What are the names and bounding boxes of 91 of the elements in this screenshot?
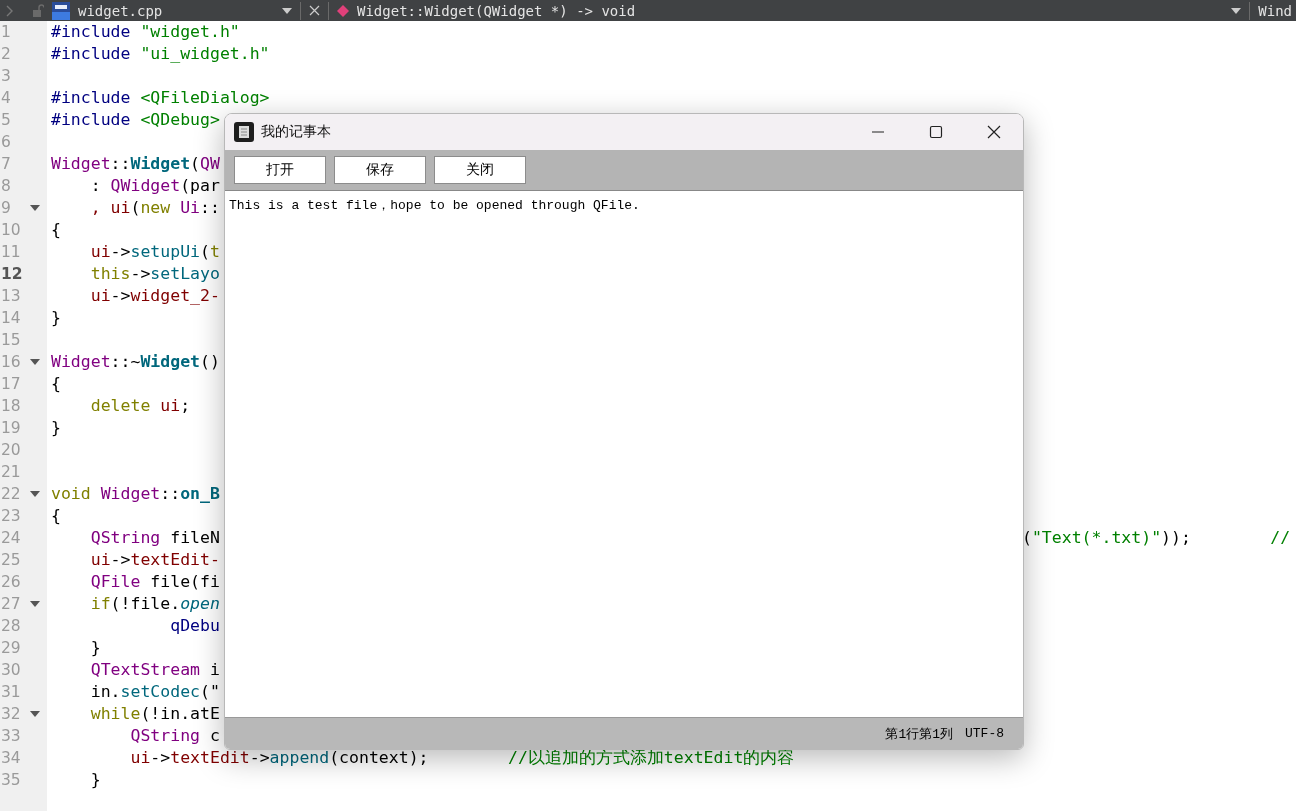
text-area[interactable]: This is a test file，hope to be opened through QFile.	[225, 190, 1023, 717]
line-number: 31	[1, 683, 21, 701]
code-text: delete ui;	[89, 396, 191, 415]
line-number: 35	[1, 771, 21, 789]
fold-arrow-icon[interactable]	[30, 711, 40, 717]
line-number: 28	[1, 617, 21, 635]
code-text: {	[51, 220, 61, 239]
line-number: 12	[1, 265, 23, 283]
toolbar-button[interactable]: 打开	[234, 156, 326, 184]
line-number: 26	[1, 573, 21, 591]
code-text: #include <QFileDialog>	[51, 88, 270, 107]
line-number: 25	[1, 551, 21, 569]
code-text: ui->setupUi(t	[89, 242, 220, 261]
code-text: Widget::~Widget()	[51, 352, 220, 371]
code-text: ui->textEdit-	[89, 550, 220, 569]
close-icon[interactable]	[309, 5, 320, 16]
line-number: 8	[1, 177, 11, 195]
line-number: 30	[1, 661, 21, 679]
fold-arrow-icon[interactable]	[30, 601, 40, 607]
code-text: : QWidget(par	[89, 176, 220, 195]
status-text: UTF-8	[965, 726, 1004, 741]
line-number: 20	[1, 441, 21, 459]
code-text: }	[89, 638, 101, 657]
code-text: #include <QDebug>	[51, 110, 220, 129]
line-number: 18	[1, 397, 21, 415]
code-text: in.setCodec("	[89, 682, 220, 701]
line-number: 27	[1, 595, 21, 613]
line-number: 7	[1, 155, 11, 173]
line-number: 13	[1, 287, 21, 305]
line-number: 6	[1, 133, 11, 151]
line-number: 17	[1, 375, 21, 393]
minimize-icon	[871, 131, 885, 133]
document-text: This is a test file，hope to be opened through QFile.	[229, 198, 640, 213]
code-text: qDebu	[169, 616, 220, 635]
window-selector[interactable]: Wind	[1258, 2, 1292, 19]
line-number: 19	[1, 419, 21, 437]
line-number: 9	[1, 199, 11, 217]
line-number: 34	[1, 749, 21, 767]
toolbar-button[interactable]: 保存	[334, 156, 426, 184]
code-text: {	[51, 506, 61, 525]
toolbar-button[interactable]: 关闭	[434, 156, 526, 184]
code-text: , ui(new Ui::	[89, 198, 220, 217]
code-text: QString fileN	[89, 528, 220, 547]
close-icon	[987, 125, 1001, 139]
code-text: }	[51, 418, 61, 437]
code-text: }	[89, 770, 101, 789]
code-text: Widget::Widget(QW	[51, 154, 220, 173]
file-type-icon	[52, 1, 70, 20]
code-text: QString c	[129, 726, 220, 745]
line-number: 1	[1, 23, 11, 41]
status-text: 第1行第1列	[885, 725, 953, 743]
notepad-icon	[234, 122, 254, 142]
diamond-icon	[337, 4, 349, 17]
code-text: QTextStream i	[89, 660, 220, 679]
code-text: }	[51, 308, 61, 327]
lock-icon	[32, 4, 44, 17]
line-number: 32	[1, 705, 21, 723]
code-text: #include "ui_widget.h"	[51, 44, 270, 63]
line-number: 16	[1, 353, 21, 371]
line-number: 29	[1, 639, 21, 657]
fold-arrow-icon[interactable]	[30, 491, 40, 497]
file-name[interactable]: widget.cpp	[78, 2, 274, 19]
line-number: 21	[1, 463, 21, 481]
line-number: 23	[1, 507, 21, 525]
line-number: 10	[1, 221, 21, 239]
code-text: #include "widget.h"	[51, 22, 240, 41]
line-number: 3	[1, 67, 11, 85]
line-number: 2	[1, 45, 11, 63]
code-text: void Widget::on_B	[51, 484, 220, 503]
code-text: if(!file.open	[89, 594, 220, 613]
line-number: 15	[1, 331, 21, 349]
fold-arrow-icon[interactable]	[30, 205, 40, 211]
code-text: ui->widget_2-	[89, 286, 220, 305]
maximize-icon	[929, 125, 943, 139]
code-text: QFile file(fi	[89, 572, 220, 591]
line-number: 14	[1, 309, 21, 327]
dropdown-caret-icon[interactable]	[282, 7, 292, 14]
line-number: 5	[1, 111, 11, 129]
code-text: this->setLayo	[89, 264, 220, 283]
line-number: 22	[1, 485, 21, 503]
code-text: while(!in.atE	[89, 704, 220, 723]
code-text: ("Text(*.txt)")); //	[1022, 527, 1291, 549]
line-number: 33	[1, 727, 21, 745]
window-title: 我的记事本	[261, 123, 331, 141]
line-number: 24	[1, 529, 21, 547]
function-selector[interactable]: Widget::Widget(QWidget *) -> void	[357, 2, 636, 19]
line-number: 4	[1, 89, 11, 107]
dropdown-caret-icon[interactable]	[1231, 7, 1242, 14]
line-number: 11	[1, 243, 21, 261]
fold-arrow-icon[interactable]	[30, 359, 40, 365]
code-text: {	[51, 374, 61, 393]
